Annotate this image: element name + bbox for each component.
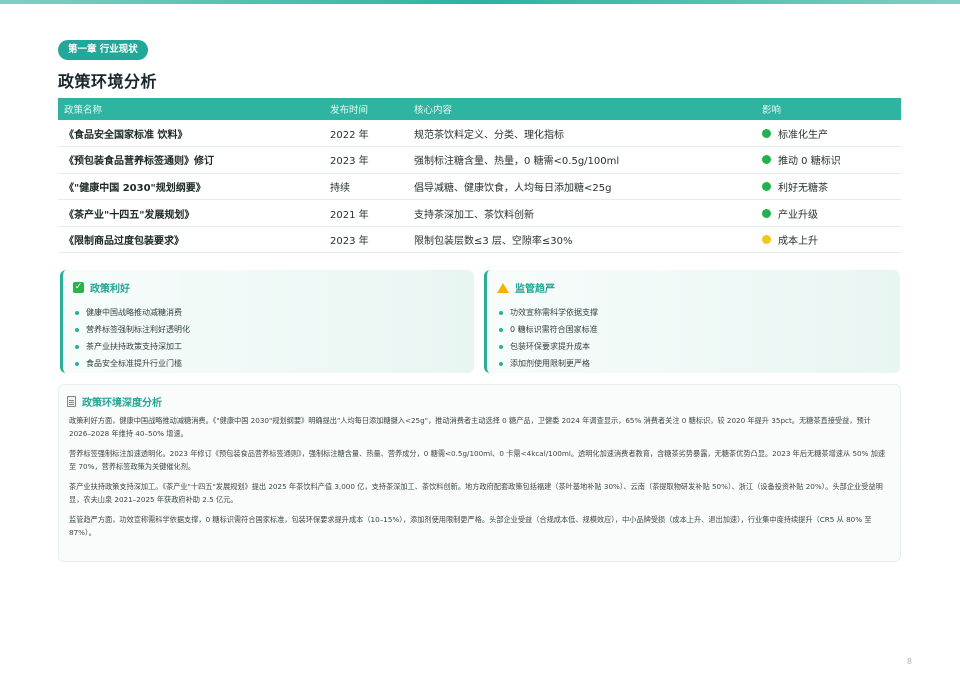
bullet-icon [75, 310, 79, 315]
policy-name: 《限制商品过度包装要求》 [58, 226, 324, 254]
table-row: 《食品安全国家标准 饮料》 2022 年 规范茶饮料定义、分类、理化指标 标准化… [58, 120, 901, 148]
bullet-icon [499, 327, 503, 332]
bullet-icon [499, 361, 503, 366]
list-item: 食品安全标准提升行业门槛 [73, 355, 462, 372]
page-number: 8 [906, 657, 912, 666]
bullet-icon [75, 361, 79, 366]
policy-core: 限制包装层数≤3 层、空隙率≤30% [408, 226, 756, 254]
policy-table: 政策名称 发布时间 核心内容 影响 《食品安全国家标准 饮料》 2022 年 规… [58, 98, 901, 254]
benefits-title: 政策利好 [90, 284, 130, 295]
bullet-icon [75, 327, 79, 332]
list-item-text: 功效宣称需科学依据支撑 [510, 308, 598, 317]
policy-impact: 推动 0 糖标识 [778, 156, 841, 168]
analysis-title: 政策环境深度分析 [82, 398, 162, 409]
policy-date: 2021 年 [324, 199, 408, 227]
policy-impact: 成本上升 [778, 236, 818, 248]
policy-core: 强制标注糖含量、热量，0 糖需<0.5g/100ml [408, 146, 756, 174]
benefits-list: 健康中国战略推动减糖消费 营养标签强制标注利好透明化 茶产业扶持政策支持深加工 … [73, 304, 462, 372]
policy-date: 持续 [324, 173, 408, 201]
list-item: 0 糖标识需符合国家标准 [497, 321, 888, 338]
header-release-date: 发布时间 [324, 98, 408, 120]
policy-core: 支持茶深加工、茶饮料创新 [408, 199, 756, 227]
list-item-text: 包装环保要求提升成本 [510, 342, 590, 351]
list-item: 健康中国战略推动减糖消费 [73, 304, 462, 321]
policy-impact-cell: 利好无糖茶 [756, 173, 901, 201]
header-core-content: 核心内容 [408, 98, 756, 120]
policy-core: 规范茶饮料定义、分类、理化指标 [408, 120, 756, 148]
list-item: 茶产业扶持政策支持深加工 [73, 338, 462, 355]
policy-name: 《"健康中国 2030"规划纲要》 [58, 173, 324, 201]
status-dot-icon [762, 208, 771, 218]
status-dot-icon [762, 128, 771, 138]
regulation-header: 监管趋严 [497, 280, 888, 295]
policy-impact-cell: 推动 0 糖标识 [756, 146, 901, 174]
warning-icon [497, 282, 509, 293]
check-icon: ✓ [73, 282, 84, 293]
policy-impact-cell: 成本上升 [756, 226, 901, 254]
table-header-row: 政策名称 发布时间 核心内容 影响 [58, 98, 901, 120]
regulation-list: 功效宣称需科学依据支撑 0 糖标识需符合国家标准 包装环保要求提升成本 添加剂使… [497, 304, 888, 372]
policy-impact: 产业升级 [778, 209, 818, 221]
list-item-text: 健康中国战略推动减糖消费 [86, 308, 182, 317]
policy-benefits-box: ✓ 政策利好 健康中国战略推动减糖消费 营养标签强制标注利好透明化 茶产业扶持政… [60, 270, 474, 373]
list-item: 包装环保要求提升成本 [497, 338, 888, 355]
policy-impact: 标准化生产 [778, 129, 828, 141]
chapter-badge: 第一章 行业现状 [58, 40, 148, 60]
list-item: 功效宣称需科学依据支撑 [497, 304, 888, 321]
list-item-text: 茶产业扶持政策支持深加工 [86, 342, 182, 351]
policy-name: 《预包装食品营养标签通则》修订 [58, 146, 324, 174]
analysis-paragraph: 政策利好方面，健康中国战略推动减糖消费。《"健康中国 2030"规划纲要》明确提… [69, 416, 871, 438]
table-row: 《茶产业"十四五"发展规划》 2021 年 支持茶深加工、茶饮料创新 产业升级 [58, 199, 901, 227]
list-item-text: 营养标签强制标注利好透明化 [86, 325, 190, 334]
document-icon [67, 396, 76, 407]
table-row: 《限制商品过度包装要求》 2023 年 限制包装层数≤3 层、空隙率≤30% 成… [58, 226, 901, 254]
list-item-text: 0 糖标识需符合国家标准 [510, 325, 598, 334]
page-title: 政策环境分析 [58, 72, 158, 91]
list-item: 营养标签强制标注利好透明化 [73, 321, 462, 338]
regulation-title: 监管趋严 [515, 284, 555, 295]
status-dot-icon [762, 155, 771, 165]
status-dot-icon [762, 181, 771, 191]
policy-impact-cell: 产业升级 [756, 199, 901, 227]
table-row: 《"健康中国 2030"规划纲要》 持续 倡导减糖、健康饮食，人均每日添加糖<2… [58, 173, 901, 201]
list-item: 添加剂使用限制更严格 [497, 355, 888, 372]
policy-impact: 利好无糖茶 [778, 182, 828, 194]
policy-date: 2022 年 [324, 120, 408, 148]
regulation-box: 监管趋严 功效宣称需科学依据支撑 0 糖标识需符合国家标准 包装环保要求提升成本… [484, 270, 900, 373]
policy-core: 倡导减糖、健康饮食，人均每日添加糖<25g [408, 173, 756, 201]
bullet-icon [499, 344, 503, 349]
policy-name: 《茶产业"十四五"发展规划》 [58, 199, 324, 227]
analysis-paragraph: 茶产业扶持政策支持深加工。《茶产业"十四五"发展规划》提出 2025 年茶饮料产… [69, 482, 883, 504]
policy-date: 2023 年 [324, 146, 408, 174]
benefits-header: ✓ 政策利好 [73, 280, 462, 295]
table-row: 《预包装食品营养标签通则》修订 2023 年 强制标注糖含量、热量，0 糖需<0… [58, 146, 901, 174]
analysis-paragraph: 监管趋严方面，功效宣称需科学依据支撑，0 糖标识需符合国家标准，包装环保要求提升… [69, 515, 872, 537]
top-accent-bar [0, 0, 960, 4]
bullet-icon [75, 344, 79, 349]
analysis-paragraph: 营养标签强制标注加速透明化。2023 年修订《预包装食品营养标签通则》，强制标注… [69, 449, 886, 471]
status-dot-icon [762, 235, 771, 245]
header-impact: 影响 [756, 98, 901, 120]
policy-name: 《食品安全国家标准 饮料》 [58, 120, 324, 148]
policy-impact-cell: 标准化生产 [756, 120, 901, 148]
policy-date: 2023 年 [324, 226, 408, 254]
header-policy-name: 政策名称 [58, 98, 324, 120]
analysis-panel: 政策环境深度分析 政策利好方面，健康中国战略推动减糖消费。《"健康中国 2030… [58, 384, 901, 562]
analysis-header: 政策环境深度分析 [67, 394, 892, 409]
list-item-text: 食品安全标准提升行业门槛 [86, 359, 182, 368]
list-item-text: 添加剂使用限制更严格 [510, 359, 590, 368]
bullet-icon [499, 310, 503, 315]
